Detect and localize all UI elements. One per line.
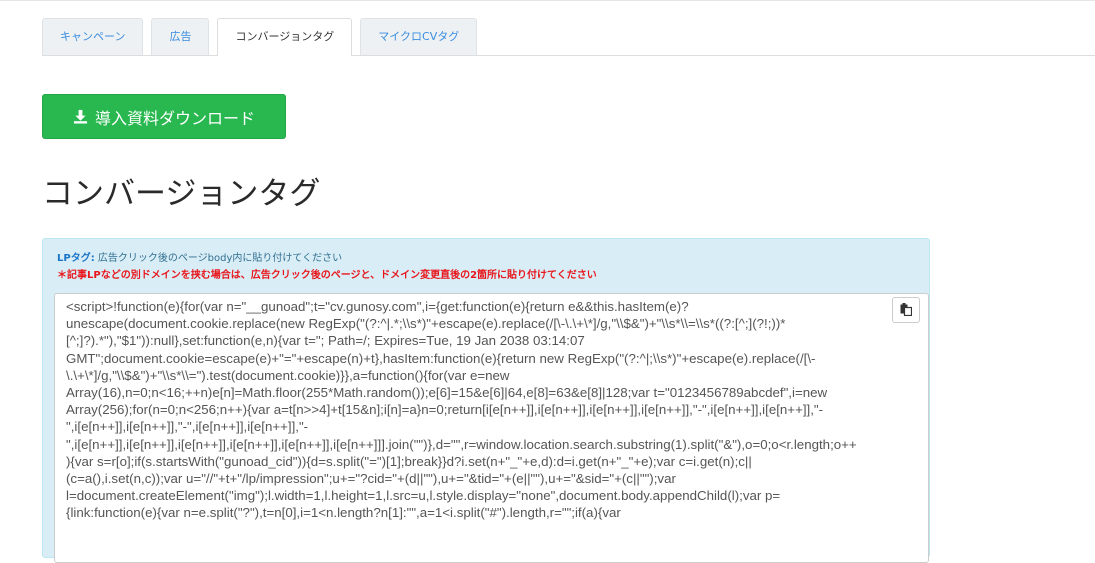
code-line: (c=a(),i.set(n,c));var u="//"+t+"/lp/imp…: [66, 471, 676, 487]
lp-tag-label: LPタグ:: [57, 253, 95, 264]
code-line: [^;]?).*"),"$1")):null},set:function(e,n…: [66, 333, 585, 349]
tab-micro-cv-tag[interactable]: マイクロCVタグ: [360, 18, 478, 55]
tab-ads[interactable]: 広告: [151, 18, 210, 55]
code-line: ",i[e[n++]],i[e[n++]],"-",i[e[n++]],i[e[…: [66, 419, 309, 435]
code-line: ",i[e[n++]],i[e[n++]],i[e[n++]],i[e[n++]…: [66, 436, 857, 452]
download-icon: [73, 109, 88, 124]
tab-bar: キャンペーン 広告 コンバージョンタグ マイクロCVタグ: [42, 18, 485, 56]
page-title: コンバージョンタグ: [42, 176, 321, 212]
code-line: ){var s=r[o];if(s.startsWith("gunoad_cid…: [66, 453, 752, 469]
tabs-divider: [42, 55, 1095, 56]
code-line: l=document.createElement("img");l.width=…: [66, 488, 781, 504]
code-line: Array(16),n=0;n<16;++n)e[n]=Math.floor(2…: [66, 385, 828, 401]
copy-code-button[interactable]: [892, 297, 920, 323]
top-divider: [0, 0, 1095, 1]
tag-code-textarea[interactable]: <script>!function(e){for(var n="__gunoad…: [54, 293, 929, 563]
code-line: {link:function(e){var n=e.split("?"),t=n…: [66, 505, 621, 521]
code-line: unescape(document.cookie.replace(new Reg…: [66, 316, 786, 332]
tab-conversion-tag[interactable]: コンバージョンタグ: [217, 18, 353, 56]
clipboard-icon: [900, 301, 913, 320]
lp-tag-instruction: LPタグ: 広告クリック後のページbody内に貼り付けてください: [57, 249, 342, 264]
download-materials-button[interactable]: 導入資料ダウンロード: [42, 94, 286, 139]
code-line: GMT";document.cookie=escape(e)+"="+escap…: [66, 350, 816, 366]
code-line: \.\+\*]/g,"\\$&")+"\\s*\\=").test(docume…: [66, 367, 510, 383]
code-line: Array(256);for(n=0;n<256;n++){var a=t[n>…: [66, 402, 824, 418]
lp-tag-text: 広告クリック後のページbody内に貼り付けてください: [94, 253, 343, 264]
download-button-label: 導入資料ダウンロード: [94, 108, 255, 128]
tab-campaign[interactable]: キャンペーン: [42, 18, 144, 55]
cross-domain-warning: ＊記事LPなどの別ドメインを挟む場合は、広告クリック後のページと、ドメイン変更直…: [57, 270, 597, 281]
tag-code: <script>!function(e){for(var n="__gunoad…: [66, 298, 908, 522]
code-line: <script>!function(e){for(var n="__gunoad…: [66, 299, 689, 314]
